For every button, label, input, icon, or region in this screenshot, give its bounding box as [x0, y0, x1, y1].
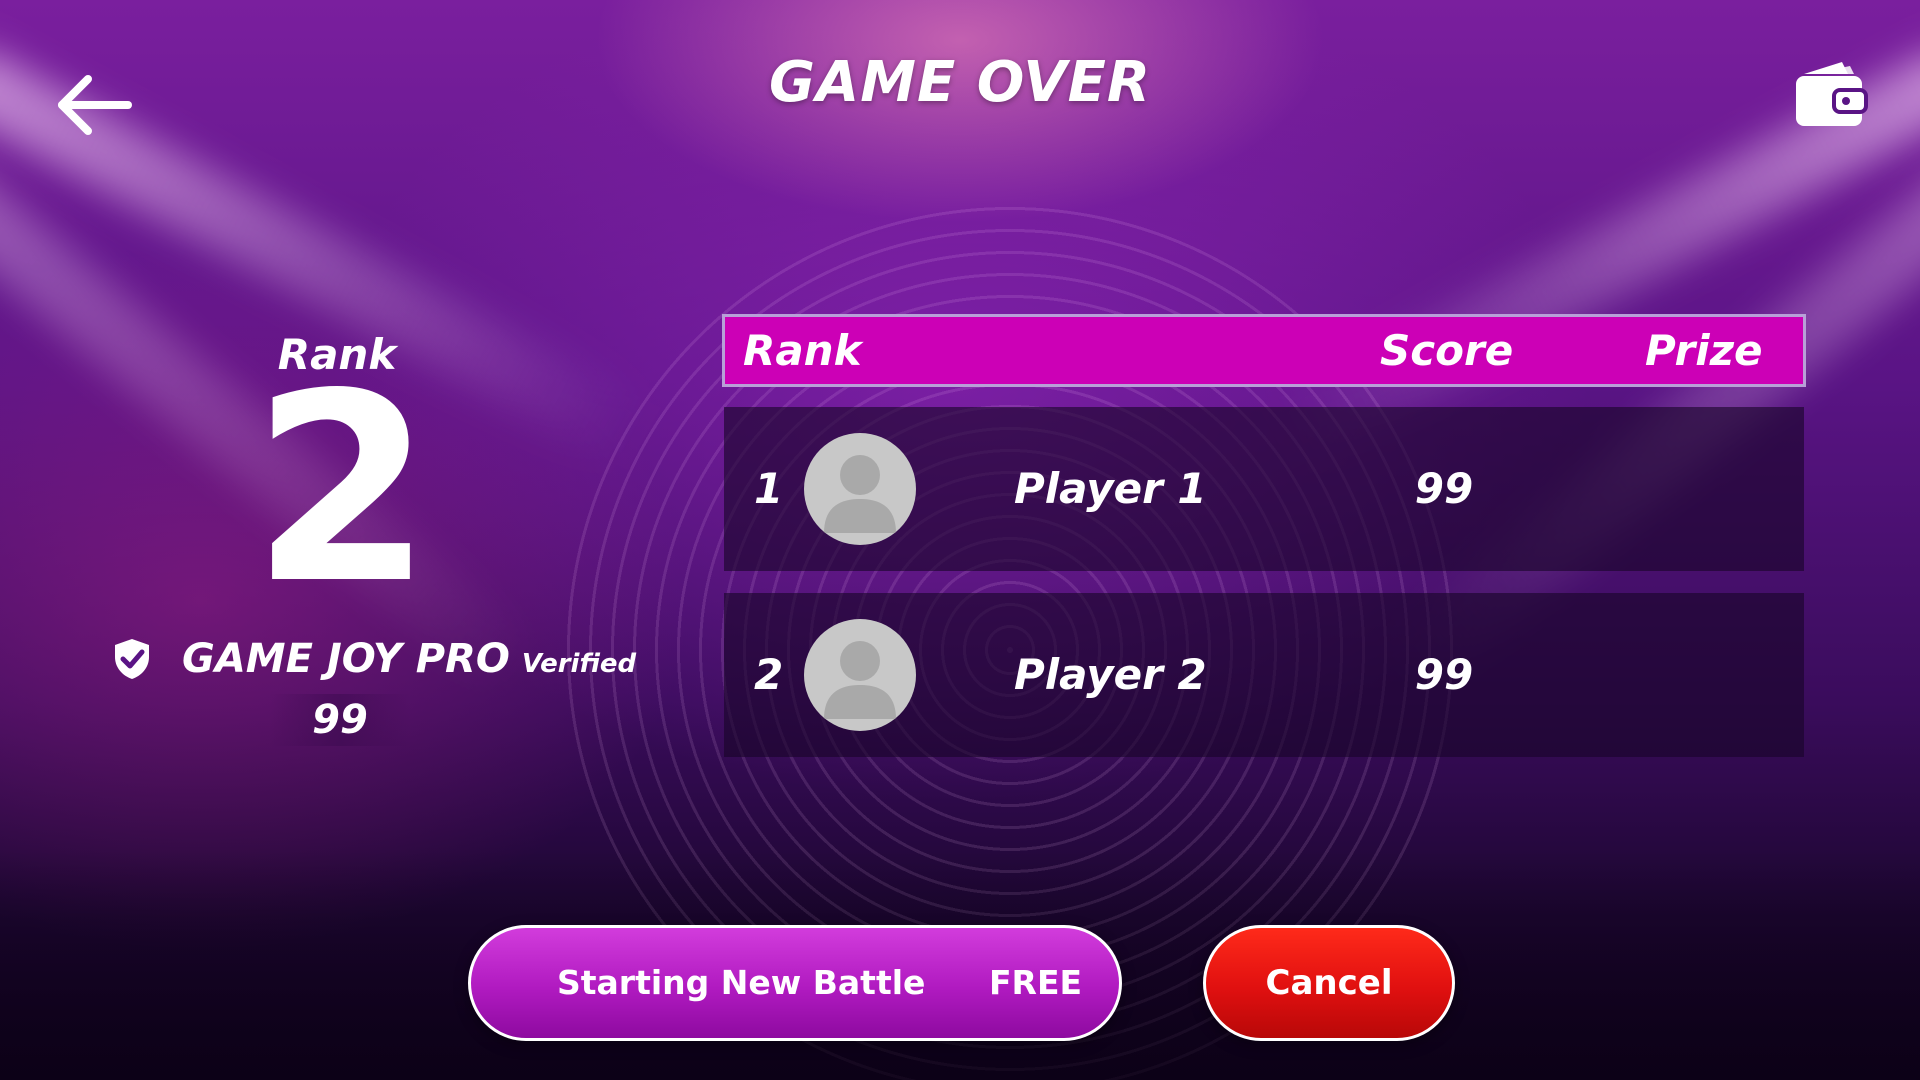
- start-new-battle-button[interactable]: Starting New Battle FREE: [468, 925, 1122, 1041]
- my-score: 99: [270, 694, 410, 746]
- shield-check-icon: [115, 639, 149, 679]
- leaderboard-row: 1 Player 1 99: [724, 407, 1804, 571]
- verified-label: Verified: [521, 649, 637, 679]
- leaderboard-row: 2 Player 2 99: [724, 593, 1804, 757]
- page-title: GAME OVER: [768, 50, 1152, 115]
- row-rank: 2: [754, 650, 784, 699]
- leaderboard-header: Rank Score Prize: [722, 314, 1806, 387]
- my-rank-value: 2: [251, 339, 433, 641]
- wallet-icon: [1796, 62, 1868, 126]
- user-avatar-icon: [804, 433, 916, 545]
- start-new-battle-label: Starting New Battle: [557, 963, 926, 1002]
- my-player-info: GAME JOY PRO Verified: [112, 634, 636, 684]
- wallet-button[interactable]: [1790, 58, 1870, 134]
- column-header-rank: Rank: [743, 326, 862, 375]
- my-player-name: GAME JOY PRO: [182, 636, 510, 682]
- column-header-score: Score: [1380, 326, 1514, 375]
- row-player-name: Player 2: [1014, 650, 1207, 699]
- row-score: 99: [1414, 650, 1474, 699]
- game-over-screen: GAME OVER Rank 2 GAME JOY PRO Verified 9…: [0, 0, 1920, 1080]
- row-score: 99: [1414, 464, 1474, 513]
- cancel-label: Cancel: [1265, 963, 1393, 1003]
- user-avatar-icon: [804, 619, 916, 731]
- row-rank: 1: [754, 464, 784, 513]
- cancel-button[interactable]: Cancel: [1203, 925, 1455, 1041]
- row-player-name: Player 1: [1014, 464, 1207, 513]
- battle-cost-label: FREE: [989, 963, 1083, 1002]
- column-header-prize: Prize: [1645, 326, 1763, 375]
